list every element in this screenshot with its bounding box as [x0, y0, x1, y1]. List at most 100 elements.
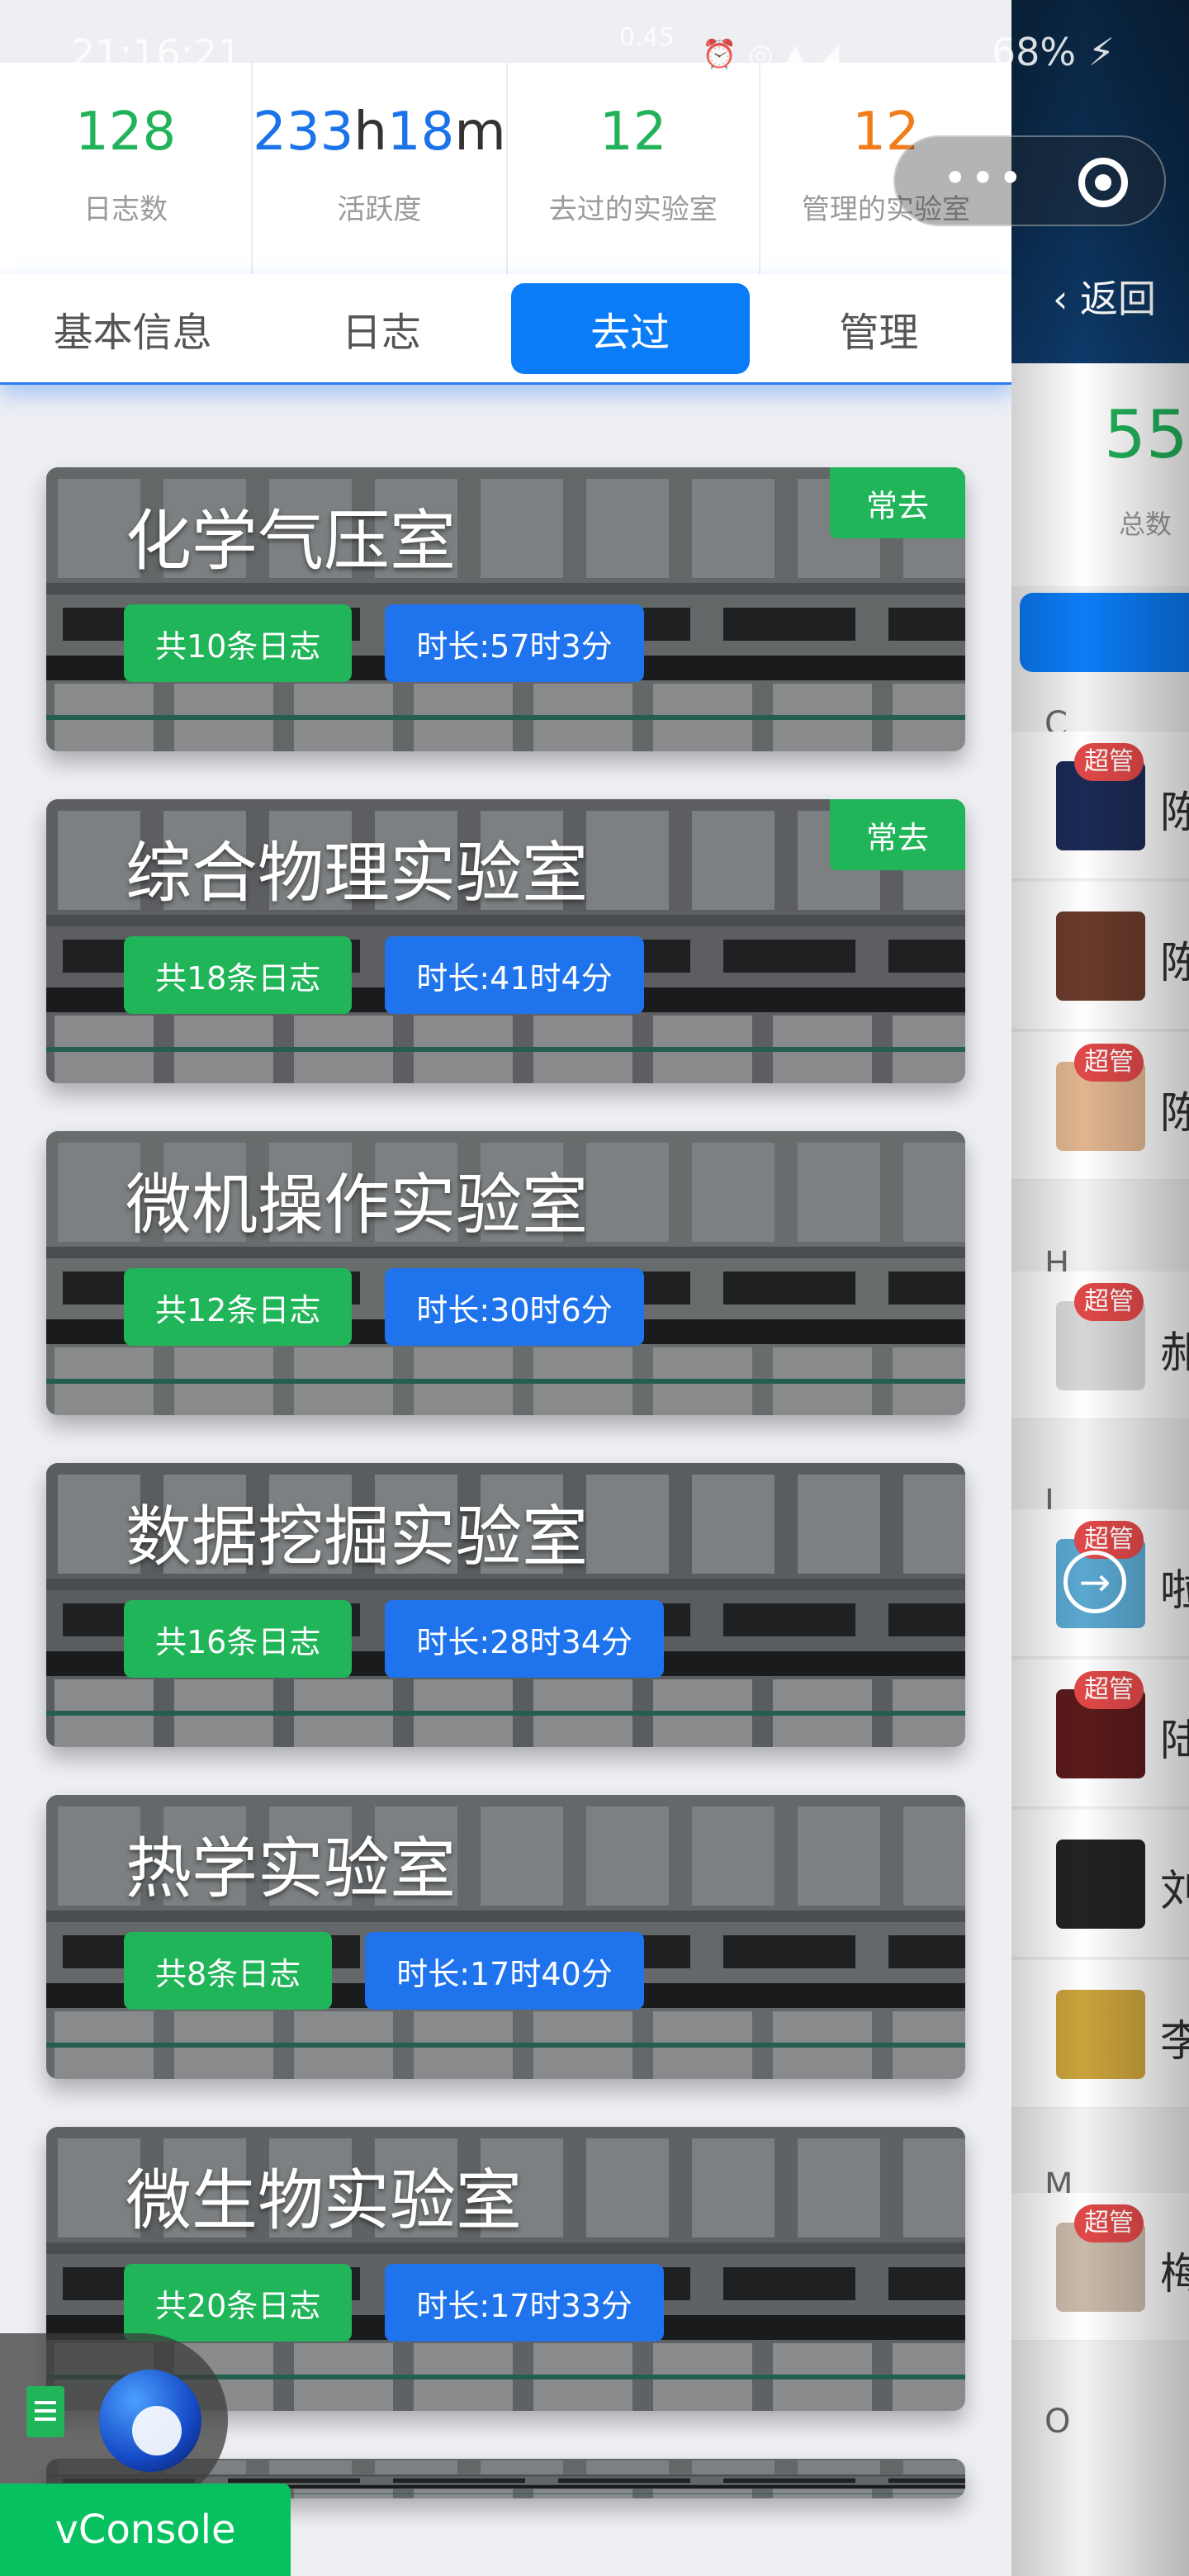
battery-percent: 68% [991, 30, 1077, 74]
status-icons: ⏰◎▲◢ [702, 38, 851, 71]
member-name: 陈 [1160, 788, 1189, 838]
back-button[interactable]: ‹ 返回 [1053, 269, 1156, 324]
member-list-panel: ‹ 返回 55 总数 C 超管陈陈超管陈 H 超管郝 L 超管啦超管陆刘李 M 超管梅 O [1011, 0, 1189, 2576]
lab-name: 微机操作实验室 [126, 1167, 588, 1243]
more-icon[interactable]: ••• [943, 158, 1026, 199]
avatar [1056, 1990, 1145, 2079]
member-name: 郝 [1160, 1328, 1189, 1378]
lab-card[interactable]: 数据挖掘实验室 共16条日志 时长:28时34分 [46, 1463, 965, 1747]
member-row[interactable]: 超管郝 [1011, 1271, 1189, 1420]
lab-card[interactable]: 综合物理实验室 共18条日志 时长:41时4分 常去 [46, 799, 965, 1083]
member-row[interactable]: 陈 [1011, 882, 1189, 1030]
avatar [1056, 1840, 1145, 1929]
stat-visited-labs[interactable]: 12 去过的实验室 [508, 63, 760, 274]
profile-panel: 128 日志数 233h18m 活跃度 12 去过的实验室 12 管理的实验室 … [0, 0, 1011, 2576]
log-count-badge: 共18条日志 [124, 936, 353, 1014]
tab-visited[interactable]: 去过 [510, 282, 750, 374]
log-count-badge: 共12条日志 [124, 1268, 353, 1346]
member-name: 啦 [1160, 1566, 1189, 1616]
duration-badge: 时长:41时4分 [385, 936, 644, 1014]
stat-activity[interactable]: 233h18m 活跃度 [253, 63, 508, 274]
tab-bar: 基本信息 日志 去过 管理 [0, 274, 1011, 385]
admin-badge: 超管 [1074, 1283, 1144, 1321]
lab-card[interactable]: 化学气压室共10条日志 时长:57时3分 常去 [46, 467, 965, 751]
duration-badge: 时长:17时40分 [365, 1932, 644, 2010]
app-logo-icon [99, 2370, 201, 2472]
activity-minutes: 18 [386, 102, 455, 163]
activity-hours: 233 [253, 102, 354, 163]
tab-logs[interactable]: 日志 [262, 283, 500, 374]
lab-name: 数据挖掘实验室 [126, 1499, 588, 1575]
duration-badge: 时长:57时3分 [385, 604, 644, 682]
member-row[interactable]: 超管陈 [1011, 1032, 1189, 1181]
side-active-tab[interactable] [1020, 593, 1189, 672]
member-row[interactable]: 超管陈 [1011, 732, 1189, 880]
member-name: 陈 [1160, 939, 1189, 988]
duration-badge: 时长:30时6分 [385, 1268, 644, 1346]
lab-card[interactable]: 微机操作实验室 共12条日志 时长:30时6分 [46, 1131, 965, 1415]
member-row[interactable]: 李 [1011, 1960, 1189, 2109]
lab-badges: 共12条日志 时长:30时6分 [124, 1268, 677, 1346]
log-count-badge: 共20条日志 [124, 2264, 353, 2342]
stat-label: 日志数 [83, 193, 168, 226]
stat-log-count[interactable]: 128 日志数 [0, 63, 253, 274]
vconsole-floating-button[interactable] [0, 2333, 228, 2507]
lab-name: 微生物实验室 [126, 2162, 522, 2239]
duration-badge: 时长:28时34分 [385, 1600, 664, 1678]
log-count-badge: 共8条日志 [124, 1932, 333, 2010]
back-label: 返回 [1080, 277, 1157, 321]
admin-badge: 超管 [1074, 1044, 1144, 1082]
admin-badge: 超管 [1074, 1671, 1144, 1709]
lab-name: 综合物理实验室 [126, 835, 588, 912]
member-name: 李 [1160, 2017, 1189, 2067]
lab-badges: 共8条日志 时长:17时40分 [124, 1932, 677, 2010]
index-letter: O [1045, 2403, 1071, 2441]
arrow-right-circle-icon[interactable]: → [1063, 1551, 1126, 1613]
avatar [1056, 912, 1145, 1001]
total-value: 55 [1104, 396, 1188, 473]
minutes-unit: m [454, 102, 506, 163]
member-name: 陆 [1160, 1717, 1189, 1766]
network-speed: 0.45 [619, 23, 675, 52]
lab-badges: 共16条日志 时长:28时34分 [124, 1600, 697, 1678]
hours-unit: h [353, 102, 387, 163]
frequent-badge: 常去 [830, 799, 965, 870]
lab-card[interactable]: 热学实验室共8条日志 时长:17时40分 [46, 1795, 965, 2079]
stat-value: 12 [599, 102, 667, 163]
stat-label: 活跃度 [337, 193, 422, 226]
member-name: 陈 [1160, 1089, 1189, 1139]
battery-level: 68% ⚡ [992, 30, 1115, 74]
stat-label: 去过的实验室 [548, 193, 718, 226]
lab-badges: 共20条日志 时长:17时33分 [124, 2264, 697, 2342]
admin-badge: 超管 [1074, 743, 1144, 781]
total-label: 总数 [1119, 509, 1172, 540]
chevron-left-icon: ‹ [1053, 277, 1068, 321]
member-row[interactable]: 超管梅 [1011, 2193, 1189, 2342]
duration-badge: 时长:17时33分 [385, 2264, 664, 2342]
status-bar: 21:16:21 0.45 ⏰◎▲◢ 68% ⚡ [0, 0, 1189, 76]
member-name: 梅 [1160, 2250, 1189, 2299]
lab-name: 化学气压室 [126, 503, 456, 580]
log-count-badge: 共10条日志 [124, 604, 353, 682]
tab-managed[interactable]: 管理 [760, 283, 998, 374]
stat-value: 128 [75, 102, 177, 163]
lab-name: 热学实验室 [126, 1830, 456, 1907]
frequent-badge: 常去 [830, 467, 965, 538]
stats-bar: 128 日志数 233h18m 活跃度 12 去过的实验室 12 管理的实验室 [0, 63, 1011, 274]
document-icon [26, 2386, 64, 2437]
log-count-badge: 共16条日志 [124, 1600, 353, 1678]
member-row[interactable]: 刘 [1011, 1810, 1189, 1958]
vconsole-button[interactable]: vConsole [0, 2484, 291, 2576]
miniprogram-capsule: ••• [893, 135, 1166, 226]
lab-badges: 共18条日志 时长:41时4分 [124, 936, 677, 1014]
side-total: 55 总数 [1011, 363, 1189, 586]
close-target-icon[interactable] [1078, 158, 1128, 207]
status-time: 21:16:21 [71, 31, 242, 76]
admin-badge: 超管 [1074, 2204, 1144, 2242]
tab-basic-info[interactable]: 基本信息 [13, 283, 252, 374]
member-name: 刘 [1160, 1867, 1189, 1916]
charging-icon: ⚡ [1087, 30, 1115, 74]
member-row[interactable]: 超管陆 [1011, 1660, 1189, 1808]
stat-value: 233h18m [253, 99, 506, 165]
lab-badges: 共10条日志 时长:57时3分 [124, 604, 677, 682]
